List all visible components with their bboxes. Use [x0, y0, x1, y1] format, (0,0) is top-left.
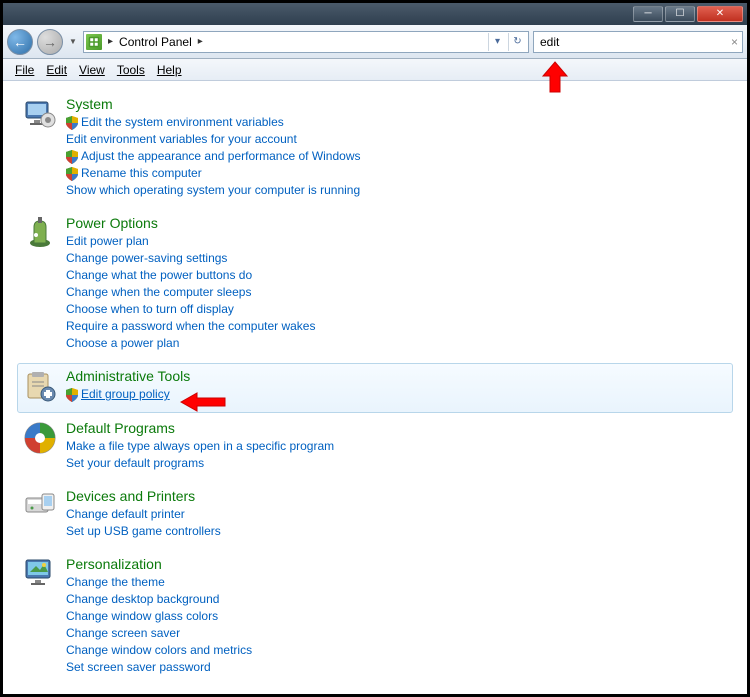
navigation-bar: ← → ▼ ▸ Control Panel ▸ ▾ ↻ ×	[3, 25, 747, 59]
minimize-button[interactable]: ─	[633, 6, 663, 22]
uac-shield-icon	[66, 388, 78, 402]
menu-tools[interactable]: Tools	[111, 61, 151, 79]
link-row: Require a password when the computer wak…	[66, 318, 728, 335]
link-row: Choose a power plan	[66, 335, 728, 352]
breadcrumb-separator[interactable]: ▸	[106, 36, 115, 47]
content-pane: System Edit the system environment varia…	[3, 81, 747, 694]
admin-icon	[22, 368, 58, 404]
link-row: Change what the power buttons do	[66, 267, 728, 284]
category-devices: Devices and Printers Change default print…	[17, 483, 733, 549]
menu-file[interactable]: File	[9, 61, 40, 79]
task-link[interactable]: Change power-saving settings	[66, 250, 227, 267]
uac-shield-icon	[66, 167, 78, 181]
link-row: Rename this computer	[66, 165, 728, 182]
category-default: Default Programs Make a file type always …	[17, 415, 733, 481]
category-title[interactable]: Display	[66, 692, 728, 694]
address-dropdown-button[interactable]: ▾	[488, 33, 506, 51]
category-title[interactable]: Personalization	[66, 556, 728, 572]
link-row: Edit power plan	[66, 233, 728, 250]
task-link[interactable]: Show which operating system your compute…	[66, 182, 360, 199]
back-button[interactable]: ←	[7, 29, 33, 55]
category-title[interactable]: Power Options	[66, 215, 728, 231]
category-title[interactable]: Devices and Printers	[66, 488, 728, 504]
link-row: Set screen saver password	[66, 659, 728, 676]
forward-button[interactable]: →	[37, 29, 63, 55]
menu-view[interactable]: View	[73, 61, 111, 79]
link-row: Edit environment variables for your acco…	[66, 131, 728, 148]
task-link[interactable]: Edit group policy	[81, 386, 170, 403]
task-link[interactable]: Change window glass colors	[66, 608, 218, 625]
category-system: System Edit the system environment varia…	[17, 91, 733, 208]
task-link[interactable]: Change window colors and metrics	[66, 642, 252, 659]
task-link[interactable]: Rename this computer	[81, 165, 202, 182]
uac-shield-icon	[66, 150, 78, 164]
link-row: Set your default programs	[66, 455, 728, 472]
clear-search-button[interactable]: ×	[731, 35, 738, 49]
task-link[interactable]: Set your default programs	[66, 455, 204, 472]
category-display: DisplayMake text and other items larger …	[17, 687, 733, 694]
link-row: Show which operating system your compute…	[66, 182, 728, 199]
menu-edit[interactable]: Edit	[40, 61, 73, 79]
link-row: Change power-saving settings	[66, 250, 728, 267]
category-title[interactable]: Administrative Tools	[66, 368, 728, 384]
default-icon	[22, 420, 58, 456]
category-title[interactable]: System	[66, 96, 728, 112]
breadcrumb-control-panel[interactable]: Control Panel	[119, 35, 192, 49]
task-link[interactable]: Set screen saver password	[66, 659, 211, 676]
personalization-icon	[22, 556, 58, 592]
address-bar[interactable]: ▸ Control Panel ▸ ▾ ↻	[83, 31, 529, 53]
category-power: Power Options Edit power planChange power…	[17, 210, 733, 361]
power-icon	[22, 215, 58, 251]
link-row: Edit group policy	[66, 386, 728, 403]
task-link[interactable]: Change screen saver	[66, 625, 180, 642]
task-link[interactable]: Change the theme	[66, 574, 165, 591]
link-row: Choose when to turn off display	[66, 301, 728, 318]
task-link[interactable]: Adjust the appearance and performance of…	[81, 148, 361, 165]
task-link[interactable]: Change desktop background	[66, 591, 219, 608]
control-panel-icon	[86, 34, 102, 50]
task-link[interactable]: Set up USB game controllers	[66, 523, 221, 540]
link-row: Change screen saver	[66, 625, 728, 642]
refresh-button[interactable]: ↻	[508, 33, 526, 51]
task-link[interactable]: Edit environment variables for your acco…	[66, 131, 297, 148]
uac-shield-icon	[66, 116, 78, 130]
link-row: Change window colors and metrics	[66, 642, 728, 659]
link-row: Change window glass colors	[66, 608, 728, 625]
task-link[interactable]: Change what the power buttons do	[66, 267, 252, 284]
link-row: Edit the system environment variables	[66, 114, 728, 131]
close-button[interactable]: ✕	[697, 6, 743, 22]
link-row: Change default printer	[66, 506, 728, 523]
link-row: Change when the computer sleeps	[66, 284, 728, 301]
task-link[interactable]: Change when the computer sleeps	[66, 284, 251, 301]
devices-icon	[22, 488, 58, 524]
maximize-button[interactable]: ☐	[665, 6, 695, 22]
menu-bar: File Edit View Tools Help	[3, 59, 747, 81]
titlebar: ─ ☐ ✕	[3, 3, 747, 25]
menu-help[interactable]: Help	[151, 61, 188, 79]
task-link[interactable]: Choose a power plan	[66, 335, 179, 352]
task-link[interactable]: Make a file type always open in a specif…	[66, 438, 334, 455]
link-row: Adjust the appearance and performance of…	[66, 148, 728, 165]
annotation-arrow-left	[179, 391, 227, 413]
category-title[interactable]: Default Programs	[66, 420, 728, 436]
link-row: Make a file type always open in a specif…	[66, 438, 728, 455]
task-link[interactable]: Change default printer	[66, 506, 185, 523]
link-row: Change the theme	[66, 574, 728, 591]
task-link[interactable]: Edit power plan	[66, 233, 149, 250]
display-icon	[22, 692, 58, 694]
link-row: Change desktop background	[66, 591, 728, 608]
category-personalization: Personalization Change the themeChange de…	[17, 551, 733, 685]
task-link[interactable]: Choose when to turn off display	[66, 301, 234, 318]
search-input[interactable]	[538, 34, 731, 50]
breadcrumb-separator[interactable]: ▸	[196, 36, 205, 47]
history-dropdown-button[interactable]: ▼	[67, 33, 79, 51]
category-admin: Administrative Tools Edit group policy	[17, 363, 733, 413]
link-row: Set up USB game controllers	[66, 523, 728, 540]
task-link[interactable]: Edit the system environment variables	[81, 114, 284, 131]
system-icon	[22, 96, 58, 132]
task-link[interactable]: Require a password when the computer wak…	[66, 318, 315, 335]
search-box[interactable]: ×	[533, 31, 743, 53]
